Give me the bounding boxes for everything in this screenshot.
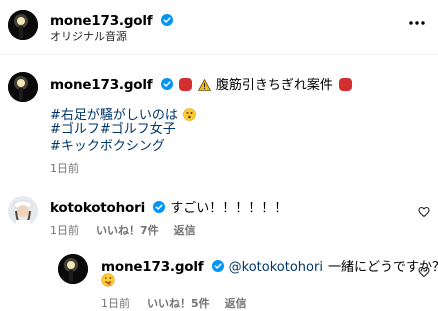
header-divider <box>0 54 438 55</box>
comment-text: すごい！！！！！！ <box>170 201 288 216</box>
reply-heart-icon[interactable] <box>418 263 430 278</box>
hashtag-link[interactable]: #右足が騒がしいのは <box>50 108 178 123</box>
comment-time[interactable]: 1日前 <box>50 224 79 237</box>
reply-line: mone173.golf @kotokotohori 一緒にどうですか？ <box>101 256 438 276</box>
comment-likes[interactable]: いいね！7件 <box>96 224 159 237</box>
reply-likes[interactable]: いいね！5件 <box>147 297 210 310</box>
caption-time[interactable]: 1日前 <box>50 160 79 176</box>
reply-reply-button[interactable]: 返信 <box>225 297 247 310</box>
tongue-face-icon <box>101 272 115 287</box>
caption-line: mone173.golf 腹筋引きちぎれ案件 <box>50 74 353 95</box>
reply-mention-link[interactable]: @kotokotohori <box>229 260 323 275</box>
header-avatar[interactable] <box>8 10 38 40</box>
more-options-icon[interactable] <box>408 14 426 26</box>
comment-meta: 1日前 いいね！7件 返信 <box>50 222 196 238</box>
reply-meta: 1日前 いいね！5件 返信 <box>101 295 247 311</box>
comment-avatar[interactable] <box>8 196 38 226</box>
comment-reply-button[interactable]: 返信 <box>174 224 196 237</box>
comment-heart-icon[interactable] <box>418 203 430 218</box>
comment-username[interactable]: kotokotohori <box>50 200 145 216</box>
boxing-glove-icon <box>338 78 352 91</box>
audio-label[interactable]: オリジナル音源 <box>50 28 127 44</box>
caption-username[interactable]: mone173.golf <box>50 77 153 93</box>
hashtag-link[interactable]: #キックボクシング <box>50 139 165 155</box>
verified-badge-icon <box>160 11 173 30</box>
header-user[interactable]: mone173.golf <box>50 10 173 30</box>
caption-avatar[interactable] <box>8 72 38 102</box>
boxing-glove-icon <box>178 78 192 91</box>
warning-icon <box>197 76 211 95</box>
reply-time[interactable]: 1日前 <box>101 297 130 310</box>
dizzy-face-icon <box>183 106 196 125</box>
verified-badge-icon <box>211 257 224 276</box>
verified-badge-icon <box>153 198 166 217</box>
reply-avatar[interactable] <box>58 254 88 284</box>
reply-username[interactable]: mone173.golf <box>101 259 204 275</box>
header-username[interactable]: mone173.golf <box>50 13 153 29</box>
comment-line: kotokotohori すごい！！！！！！ <box>50 197 287 217</box>
caption-text: 腹筋引きちぎれ案件 <box>215 78 333 93</box>
hashtag-link[interactable]: #ゴルフ#ゴルフ女子 <box>50 122 176 138</box>
verified-badge-icon <box>160 75 173 94</box>
